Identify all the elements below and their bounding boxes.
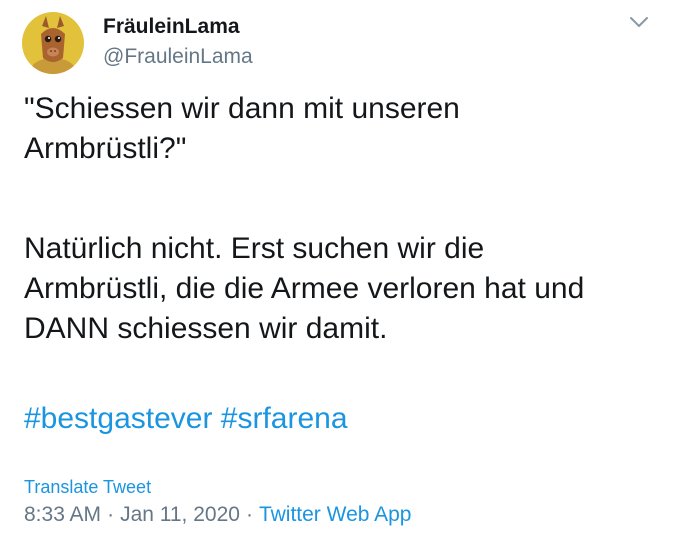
tweet-text: "Schiessen wir dann mit unseren Armbrüst… (24, 89, 664, 435)
avatar[interactable] (22, 12, 84, 74)
separator: · (107, 503, 115, 526)
tweet-time[interactable]: 8:33 AM (24, 503, 101, 526)
translate-tweet-link[interactable]: Translate Tweet (24, 476, 151, 498)
tweet-metadata: 8:33 AM · Jan 11, 2020 · Twitter Web App (24, 502, 411, 528)
tweet-source-link[interactable]: Twitter Web App (259, 503, 412, 526)
display-name[interactable]: FräuleinLama (103, 14, 240, 40)
tweet: FräuleinLama @FrauleinLama "Schiessen wi… (0, 0, 680, 537)
tweet-date[interactable]: Jan 11, 2020 (120, 503, 240, 526)
tweet-paragraph: Natürlich nicht. Erst suchen wir die Arm… (24, 232, 585, 345)
separator: · (245, 503, 253, 526)
hashtag-link[interactable]: #bestgastever (24, 402, 212, 435)
llama-avatar-icon (22, 12, 84, 74)
user-handle[interactable]: @FrauleinLama (103, 44, 253, 70)
hashtag-link[interactable]: #srfarena (221, 402, 348, 435)
tweet-paragraph: "Schiessen wir dann mit unseren Armbrüst… (24, 92, 460, 165)
more-options-button[interactable] (628, 14, 650, 30)
chevron-down-icon (630, 17, 648, 27)
tweet-hashtags: #bestgastever #srfarena (24, 399, 664, 439)
